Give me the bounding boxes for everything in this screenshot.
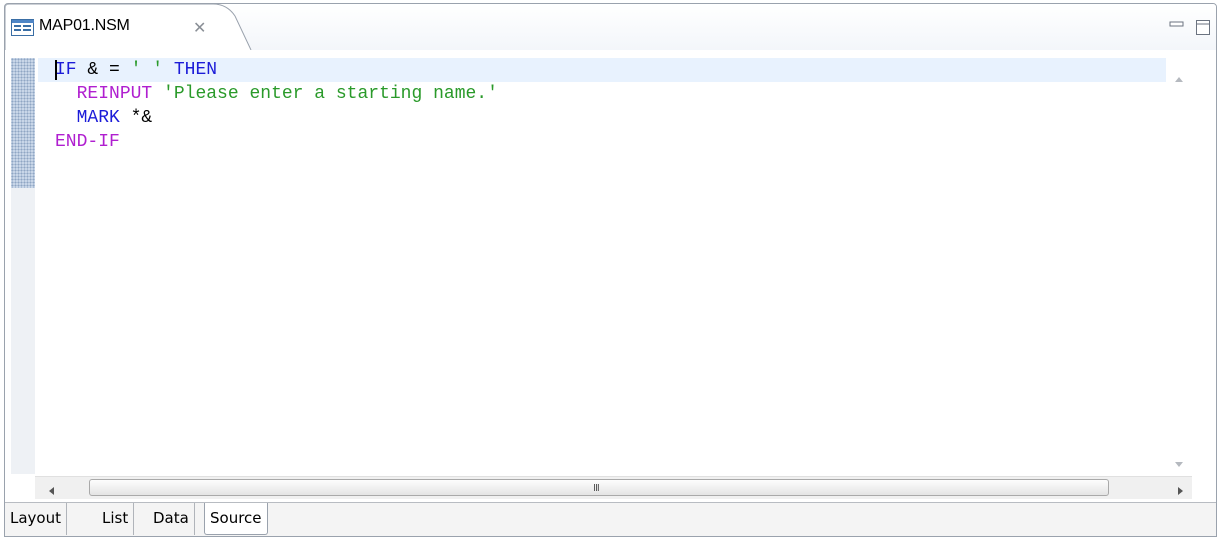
tab-source[interactable]: Source: [204, 503, 268, 535]
source-editor[interactable]: IF & = ' ' THEN REINPUT 'Please enter a …: [5, 50, 1216, 502]
scroll-left-icon[interactable]: [47, 483, 55, 501]
vertical-scrollbar[interactable]: [1166, 58, 1192, 476]
code-token: 'Please enter a starting name.': [163, 84, 498, 104]
change-ruler: [11, 58, 35, 188]
code-token: MARK: [76, 108, 120, 128]
code-token: ' ': [130, 60, 164, 80]
map-file-icon: [11, 19, 35, 37]
code-token: *&: [119, 108, 153, 128]
tab-list[interactable]: List: [97, 503, 135, 535]
tab-title: MAP01.NSM: [39, 17, 130, 34]
code-token: END-IF: [55, 132, 120, 152]
code-line[interactable]: REINPUT 'Please enter a starting name.': [38, 82, 1166, 106]
code-token: IF: [55, 60, 77, 80]
close-icon[interactable]: ✕: [193, 18, 206, 37]
editor-tab[interactable]: MAP01.NSM ✕: [5, 4, 253, 50]
scroll-up-icon[interactable]: [1174, 70, 1184, 88]
code-token: THEN: [173, 60, 218, 80]
code-line[interactable]: MARK *&: [38, 106, 1166, 130]
code-token: REINPUT: [76, 84, 153, 104]
text-caret: [55, 60, 57, 80]
gutter: [11, 188, 35, 474]
code-area[interactable]: IF & = ' ' THEN REINPUT 'Please enter a …: [38, 58, 1166, 476]
scroll-grip: III: [593, 483, 600, 494]
code-line[interactable]: IF & = ' ' THEN: [38, 58, 1166, 82]
code-token: & =: [76, 60, 131, 80]
minimize-icon[interactable]: [1168, 18, 1186, 36]
tab-bar: MAP01.NSM ✕: [5, 4, 1216, 50]
tab-data[interactable]: Data: [148, 503, 195, 535]
maximize-icon[interactable]: [1194, 18, 1212, 36]
scroll-thumb[interactable]: III: [89, 479, 1109, 496]
tab-layout[interactable]: Layout: [5, 503, 67, 535]
scroll-down-icon[interactable]: [1174, 456, 1184, 474]
horizontal-scrollbar[interactable]: III: [35, 476, 1192, 499]
scroll-right-icon[interactable]: [1177, 483, 1185, 501]
editor-page-tabs: Layout List Data Source: [5, 502, 1216, 536]
editor-window: MAP01.NSM ✕ IF & = ' ' THEN REINPUT 'Ple…: [4, 3, 1217, 537]
code-line[interactable]: END-IF: [38, 130, 1166, 154]
